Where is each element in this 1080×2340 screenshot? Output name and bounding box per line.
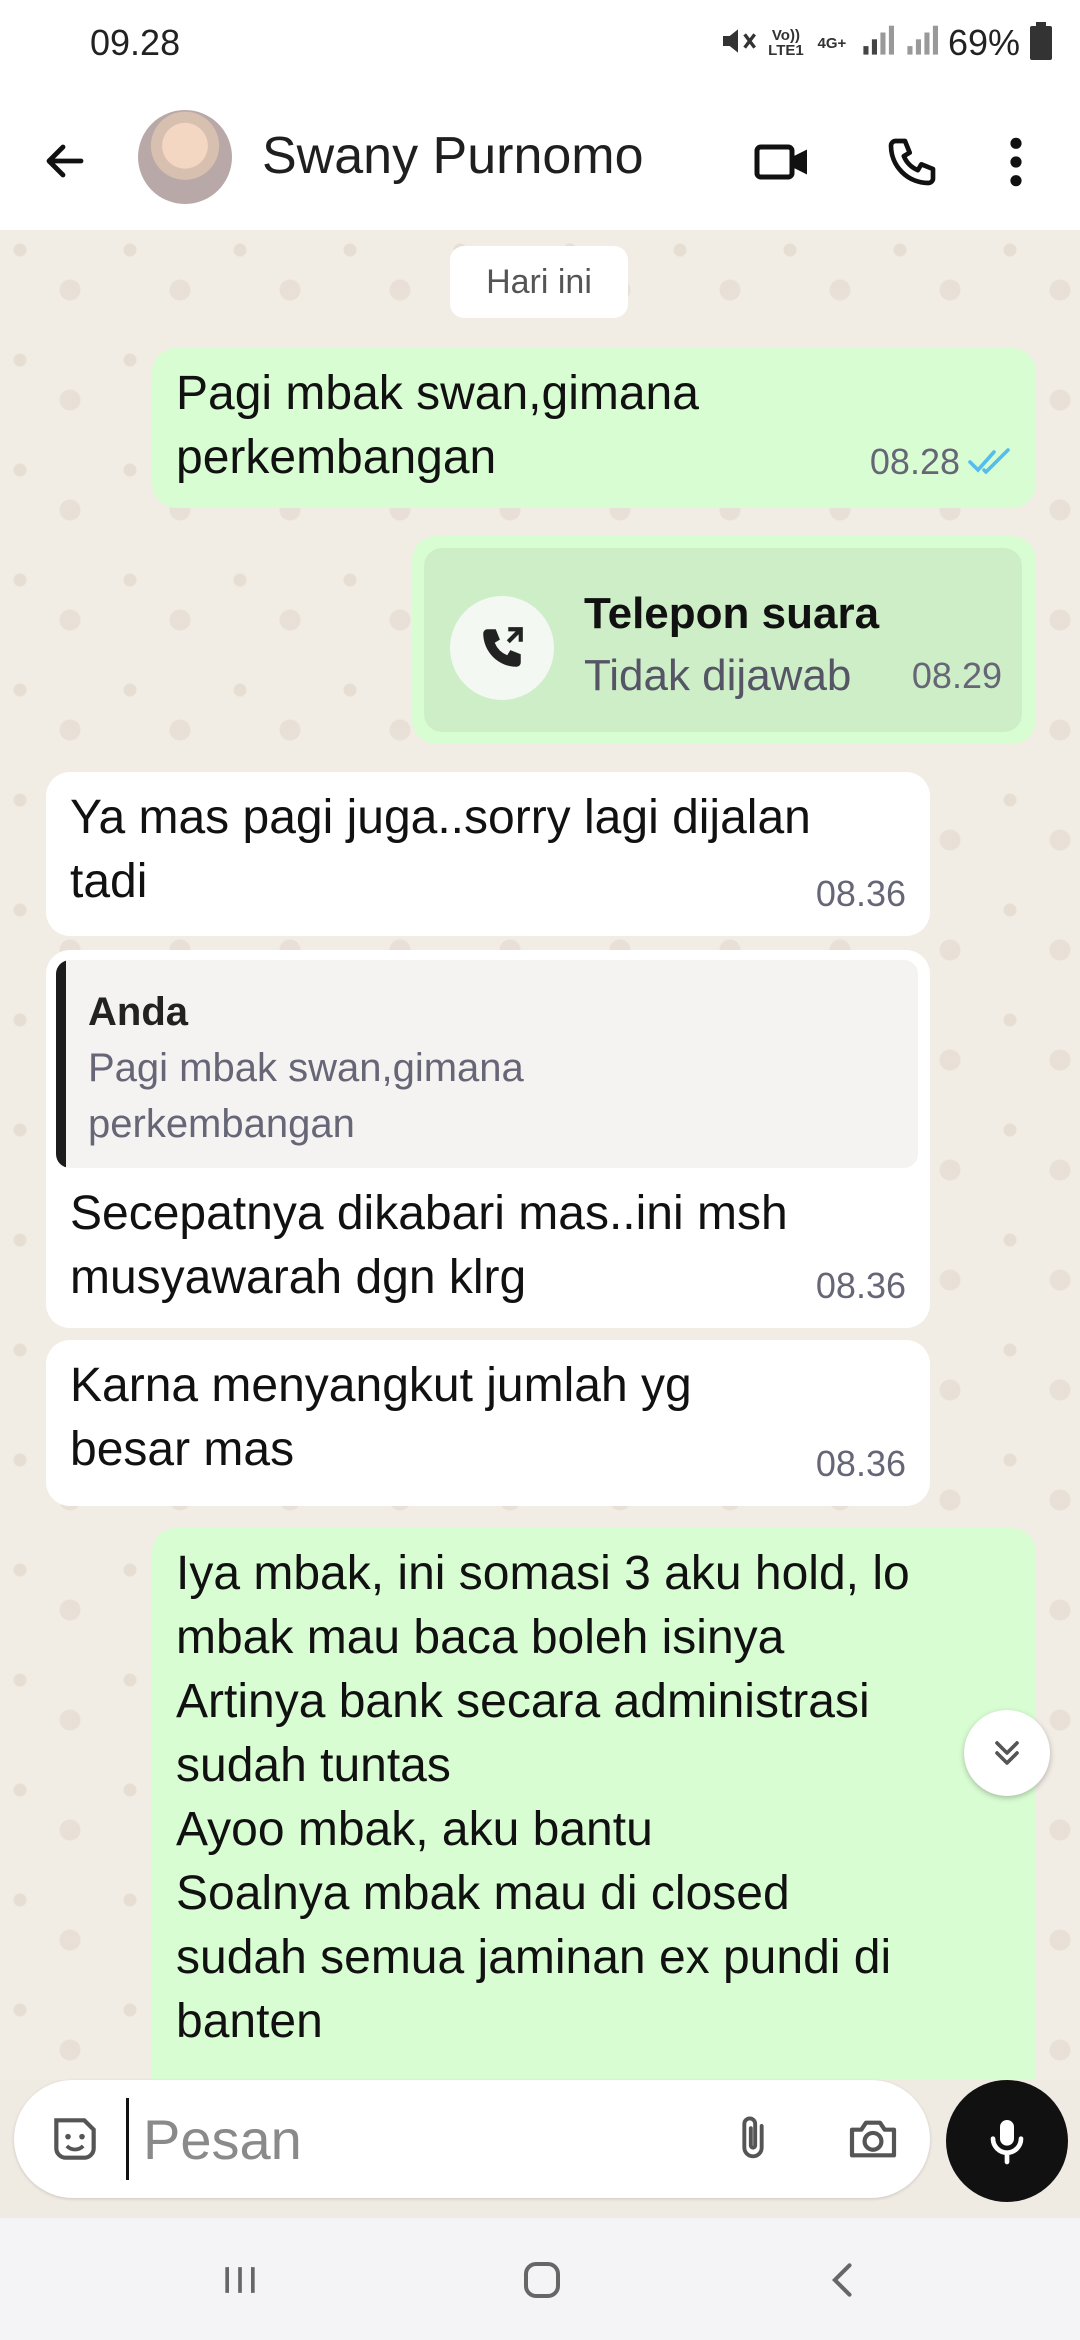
mute-icon: [718, 21, 758, 66]
chat-area[interactable]: Hari ini Pagi mbak swan,gimana perkemban…: [0, 230, 1080, 2080]
message-bubble-incoming-reply[interactable]: Anda Pagi mbak swan,gimana perkembangan …: [46, 950, 930, 1328]
phone-icon: [888, 138, 936, 186]
message-time: 08.36: [815, 1443, 906, 1484]
call-title: Telepon suara: [584, 589, 880, 638]
message-time: 08.29: [911, 655, 1002, 696]
message-bubble-outgoing[interactable]: Iya mbak, ini somasi 3 aku hold, lo mbak…: [152, 1528, 1036, 2080]
date-divider: Hari ini: [450, 246, 628, 318]
sticker-icon: [54, 2118, 96, 2160]
recent-apps-button[interactable]: [200, 2248, 280, 2312]
emoji-sticker-button[interactable]: [40, 2104, 110, 2174]
status-icons: Vo)) LTE1 4G+ 69%: [718, 18, 1052, 68]
message-meta: 08.28: [870, 430, 1012, 494]
back-nav-button[interactable]: [804, 2248, 884, 2312]
more-options-button[interactable]: [986, 126, 1046, 198]
voice-message-button[interactable]: [946, 2080, 1068, 2202]
camera-button[interactable]: [838, 2104, 908, 2174]
quoted-message[interactable]: Anda Pagi mbak swan,gimana perkembangan: [56, 960, 918, 1168]
message-text: Karna menyangkut jumlah yg besar mas: [70, 1359, 692, 1476]
camera-icon: [849, 2120, 897, 2158]
home-icon: [524, 2262, 560, 2298]
message-text: Iya mbak, ini somasi 3 aku hold, lo mbak…: [176, 1547, 910, 2048]
quote-accent-bar: [56, 960, 66, 1168]
signal-icon: [860, 24, 894, 63]
contact-avatar[interactable]: [138, 110, 232, 204]
attach-button[interactable]: [718, 2104, 788, 2174]
system-navigation-bar: [0, 2218, 1080, 2340]
message-bubble-incoming[interactable]: Karna menyangkut jumlah yg besar mas 08.…: [46, 1340, 930, 1506]
quote-text: Pagi mbak swan,gimana perkembangan: [88, 1046, 524, 1146]
status-bar: 09.28 Vo)) LTE1 4G+ 69%: [0, 0, 1080, 90]
message-text: Secepatnya dikabari mas..ini msh musyawa…: [70, 1187, 788, 1304]
chat-header: Swany Purnomo: [0, 90, 1080, 230]
home-button[interactable]: [502, 2248, 582, 2312]
scroll-to-bottom-button[interactable]: [964, 1710, 1050, 1796]
status-time: 09.28: [90, 22, 181, 63]
contact-name[interactable]: Swany Purnomo: [262, 126, 644, 186]
video-camera-icon: [754, 144, 807, 180]
back-button[interactable]: [30, 126, 100, 196]
message-bubble-incoming[interactable]: Ya mas pagi juga..sorry lagi dijalan tad…: [46, 772, 930, 936]
double-check-icon: [968, 448, 1010, 475]
microphone-icon: [990, 2120, 1024, 2165]
quote-author: Anda: [88, 990, 188, 1034]
arrow-left-icon: [46, 144, 84, 178]
message-time: 08.36: [815, 1265, 906, 1306]
voice-call-button[interactable]: [876, 126, 948, 198]
missed-call-icon-wrap: [450, 596, 554, 700]
double-chevron-down-icon: [995, 1741, 1019, 1765]
outgoing-call-icon: [483, 627, 523, 667]
message-time: 08.28: [869, 441, 960, 482]
kebab-menu-icon: [1010, 137, 1022, 187]
call-log-bubble[interactable]: Telepon suara Tidak dijawab 08.29: [412, 536, 1036, 744]
network-type-label: 4G+: [817, 34, 847, 52]
message-text: Ya mas pagi juga..sorry lagi dijalan tad…: [70, 791, 811, 908]
video-call-button[interactable]: [746, 126, 818, 198]
paperclip-icon: [742, 2116, 764, 2159]
message-text: Pagi mbak swan,gimana perkembangan: [176, 367, 699, 484]
signal-2-icon: [904, 24, 938, 63]
message-time: 08.36: [815, 873, 906, 914]
recent-apps-icon: [225, 2267, 255, 2293]
volte-label: Vo)) LTE1: [768, 27, 804, 59]
message-composer: [14, 2080, 930, 2198]
chevron-left-icon: [831, 2263, 852, 2297]
call-status: Tidak dijawab: [584, 651, 852, 700]
message-bubble-outgoing[interactable]: Pagi mbak swan,gimana perkembangan 08.28: [152, 348, 1036, 508]
call-card[interactable]: Telepon suara Tidak dijawab 08.29: [424, 548, 1022, 732]
battery-icon: [1030, 21, 1052, 65]
message-input[interactable]: [126, 2098, 703, 2180]
battery-percentage: 69%: [947, 22, 1020, 63]
